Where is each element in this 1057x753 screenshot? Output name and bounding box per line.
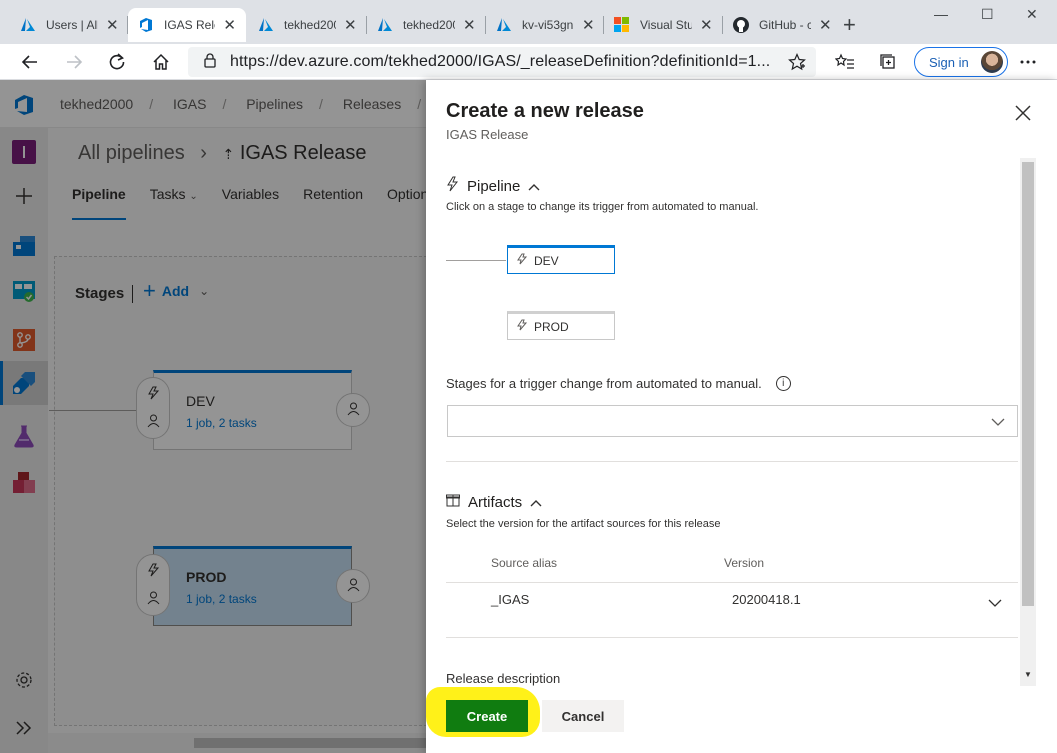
close-icon[interactable]: ✕	[819, 16, 832, 34]
release-description-label: Release description	[446, 671, 561, 686]
browser-toolbar: https://dev.azure.com/tekhed2000/IGAS/_r…	[0, 44, 1057, 80]
github-icon	[733, 17, 749, 33]
lightning-icon	[516, 319, 528, 334]
artifact-version-select[interactable]: 20200418.1	[732, 592, 801, 607]
avatar	[981, 51, 1003, 73]
tab-title: Visual Studio	[640, 18, 692, 32]
close-icon[interactable]: ✕	[344, 16, 357, 34]
favorites-icon[interactable]	[833, 50, 857, 74]
artifacts-description: Select the version for the artifact sour…	[446, 518, 721, 530]
home-icon[interactable]	[149, 50, 173, 74]
back-icon[interactable]	[18, 50, 42, 74]
dialog-title: Create a new release	[446, 100, 644, 122]
create-release-panel: Create a new release IGAS Release ▼ Pipe…	[426, 80, 1057, 753]
column-header-version: Version	[724, 556, 765, 570]
more-menu-icon[interactable]	[1016, 50, 1040, 74]
tab-title: tekhed2000	[403, 18, 455, 32]
section-divider	[446, 637, 1018, 638]
trigger-change-label: Stages for a trigger change from automat…	[446, 376, 791, 391]
lock-icon	[204, 53, 216, 71]
azure-icon	[496, 17, 512, 33]
trigger-stage-dev[interactable]: DEV	[507, 245, 615, 274]
trigger-stages-dropdown[interactable]	[447, 405, 1018, 437]
pipeline-heading: Pipeline	[467, 177, 521, 195]
browser-tab[interactable]: Visual Studio ✕	[604, 8, 723, 42]
chevron-up-icon	[528, 178, 540, 195]
sign-in-label: Sign in	[929, 54, 969, 70]
browser-tab[interactable]: Users | All ✕	[10, 8, 129, 42]
browser-tab-strip: Users | All ✕ IGAS Release ✕ tekhed2000 …	[0, 0, 1057, 44]
url-text: https://dev.azure.com/tekhed2000/IGAS/_r…	[230, 53, 770, 70]
browser-tab[interactable]: kv-vi53gn ✕	[486, 8, 605, 42]
info-icon[interactable]: i	[775, 376, 791, 391]
create-button[interactable]: Create	[446, 700, 528, 732]
trigger-change-text: Stages for a trigger change from automat…	[446, 376, 762, 391]
azure-icon	[258, 17, 274, 33]
azure-icon	[377, 17, 393, 33]
window-close-icon[interactable]: ✕	[1026, 6, 1038, 23]
dialog-subtitle: IGAS Release	[446, 127, 529, 142]
scrollbar-thumb[interactable]	[1022, 162, 1034, 606]
stage-connector-line	[446, 260, 506, 261]
pipeline-description: Click on a stage to change its trigger f…	[446, 201, 759, 213]
tab-title: tekhed2000	[284, 18, 336, 32]
close-icon[interactable]: ✕	[582, 16, 595, 34]
browser-tab-active[interactable]: IGAS Release ✕	[128, 8, 246, 42]
section-divider	[446, 461, 1018, 462]
chevron-up-icon	[530, 494, 542, 511]
address-bar[interactable]: https://dev.azure.com/tekhed2000/IGAS/_r…	[188, 47, 816, 77]
chevron-down-icon	[991, 415, 1005, 430]
pipeline-section-toggle[interactable]: Pipeline	[446, 176, 540, 196]
close-icon[interactable]: ✕	[700, 16, 713, 34]
maximize-icon[interactable]: ☐	[981, 6, 994, 23]
collections-icon[interactable]	[876, 50, 900, 74]
microsoft-icon	[614, 17, 630, 33]
close-icon[interactable]: ✕	[463, 16, 476, 34]
close-icon[interactable]: ✕	[106, 16, 119, 34]
forward-icon[interactable]	[62, 50, 86, 74]
browser-tab[interactable]: GitHub - c ✕	[723, 8, 842, 42]
trigger-stage-name: PROD	[534, 319, 569, 334]
cancel-button[interactable]: Cancel	[542, 700, 624, 732]
vertical-scrollbar[interactable]: ▼	[1020, 158, 1036, 686]
refresh-icon[interactable]	[105, 50, 129, 74]
sign-in-button[interactable]: Sign in	[914, 47, 1008, 77]
azure-devops-icon	[138, 17, 154, 33]
azure-icon	[20, 17, 36, 33]
scroll-down-icon[interactable]: ▼	[1024, 670, 1032, 679]
lightning-icon	[446, 176, 459, 196]
browser-tab[interactable]: tekhed2000 ✕	[248, 8, 367, 42]
minimize-icon[interactable]: —	[934, 6, 948, 22]
column-header-source-alias: Source alias	[491, 556, 558, 570]
close-icon[interactable]	[1012, 102, 1034, 124]
artifact-version-value: 20200418.1	[732, 592, 801, 607]
table-header-divider	[446, 582, 1018, 583]
tab-title: Users | All	[46, 18, 98, 32]
close-icon[interactable]: ✕	[223, 16, 236, 34]
tab-title: GitHub - c	[759, 18, 811, 32]
artifacts-section-toggle[interactable]: Artifacts	[446, 493, 542, 511]
favorite-star-icon[interactable]	[788, 53, 806, 74]
tab-title: IGAS Release	[164, 18, 215, 32]
artifact-package-icon	[446, 493, 460, 511]
tab-title: kv-vi53gn	[522, 18, 574, 32]
chevron-down-icon[interactable]	[988, 596, 1002, 611]
new-tab-icon[interactable]: +	[843, 12, 856, 38]
artifacts-heading: Artifacts	[468, 493, 523, 511]
modal-backdrop[interactable]	[0, 80, 426, 753]
browser-tab[interactable]: tekhed2000 ✕	[367, 8, 486, 42]
trigger-stage-name: DEV	[534, 253, 559, 268]
artifact-source-alias: _IGAS	[491, 592, 530, 607]
trigger-stage-prod[interactable]: PROD	[507, 311, 615, 340]
lightning-icon	[516, 253, 528, 268]
